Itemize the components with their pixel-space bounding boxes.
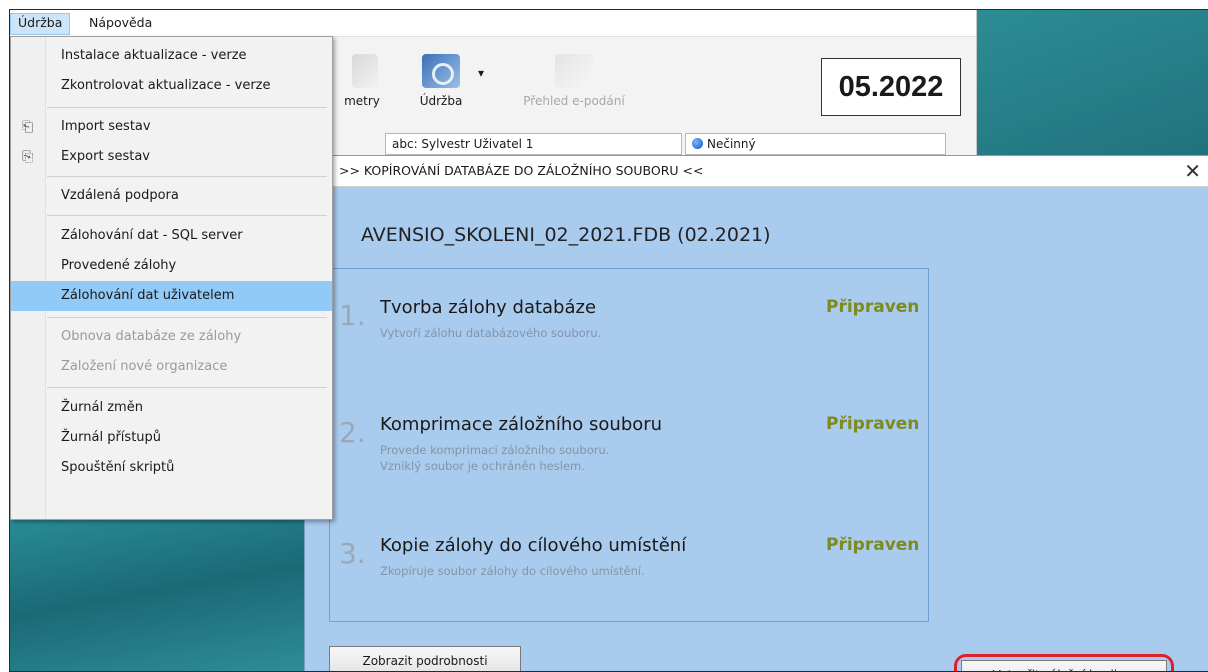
screen: Údržba Nápověda metry Údržba ▾ Přehled e… bbox=[9, 9, 1208, 672]
menu-item-new-organization: Založení nové organizace bbox=[11, 352, 332, 382]
step-description: Zkopíruje soubor zálohy do cílového umís… bbox=[380, 564, 645, 578]
menu-separator bbox=[47, 317, 327, 318]
prehled-epodani-label: Přehled e-podání bbox=[523, 94, 625, 108]
status-user: abc: Sylvestr Uživatel 1 bbox=[385, 133, 682, 155]
menu-separator bbox=[47, 107, 327, 108]
menu-item-export-reports[interactable]: ⎘ Export sestav bbox=[11, 142, 332, 172]
parameters-icon bbox=[352, 54, 378, 88]
menu-item-check-updates[interactable]: Zkontrolovat aktualizace - verze bbox=[11, 71, 332, 101]
menu-item-label: Provedené zálohy bbox=[61, 258, 177, 273]
menu-item-label: Zálohování dat uživatelem bbox=[61, 288, 235, 303]
status-state-label: Nečinný bbox=[707, 137, 756, 151]
status-state: Nečinný bbox=[685, 133, 946, 155]
menu-item-label: Žurnál přístupů bbox=[61, 430, 162, 445]
menu-udrzba[interactable]: Údržba bbox=[10, 13, 71, 35]
e-filing-icon bbox=[555, 54, 593, 88]
menu-item-change-journal[interactable]: Žurnál změn bbox=[11, 393, 332, 423]
menu-item-user-backup[interactable]: Zálohování dat uživatelem bbox=[11, 281, 332, 311]
step-status: Připraven bbox=[826, 535, 920, 555]
menu-bar: Údržba Nápověda bbox=[10, 10, 976, 37]
parametry-button[interactable]: metry bbox=[332, 54, 392, 108]
prehled-epodani-button: Přehled e-podání bbox=[504, 54, 644, 108]
create-backup-button[interactable]: Vytvořit záložní kopii -> bbox=[961, 660, 1167, 671]
close-icon[interactable]: ✕ bbox=[1184, 156, 1201, 186]
menu-item-label: Vzdálená podpora bbox=[61, 188, 179, 203]
step-description: Vytvoří zálohu databázového souboru. bbox=[380, 326, 602, 340]
step-description-line2: Vzniklý soubor je ochráněn heslem. bbox=[380, 459, 585, 473]
udrzba-ribbon-label: Údržba bbox=[419, 94, 463, 108]
menu-item-restore-database: Obnova databáze ze zálohy bbox=[11, 322, 332, 352]
menu-item-label: Import sestav bbox=[61, 119, 151, 134]
menu-item-sql-backup[interactable]: Zálohování dat - SQL server bbox=[11, 221, 332, 251]
step-status: Připraven bbox=[826, 297, 920, 317]
status-dot-icon bbox=[692, 138, 703, 149]
parametry-label: metry bbox=[344, 94, 380, 108]
database-name: AVENSIO_SKOLENI_02_2021.FDB (02.2021) bbox=[361, 224, 771, 246]
export-icon: ⎘ bbox=[22, 149, 34, 165]
step-number: 2. bbox=[339, 416, 366, 449]
menu-item-run-scripts[interactable]: Spouštění skriptů bbox=[11, 453, 332, 483]
menu-item-label: Spouštění skriptů bbox=[61, 460, 175, 475]
menu-item-label: Zkontrolovat aktualizace - verze bbox=[61, 78, 271, 93]
menu-item-label: Obnova databáze ze zálohy bbox=[61, 329, 242, 344]
udrzba-dropdown-menu: Instalace aktualizace - verze Zkontrolov… bbox=[10, 36, 333, 520]
show-details-button[interactable]: Zobrazit podrobnosti bbox=[329, 646, 521, 671]
dialog-title: >> KOPÍROVÁNÍ DATABÁZE DO ZÁLOŽNÍHO SOUB… bbox=[339, 163, 704, 178]
period-display: 05.2022 bbox=[821, 58, 961, 116]
menu-item-performed-backups[interactable]: Provedené zálohy bbox=[11, 251, 332, 281]
menu-item-label: Instalace aktualizace - verze bbox=[61, 48, 247, 63]
menu-item-install-update[interactable]: Instalace aktualizace - verze bbox=[11, 41, 332, 71]
menu-item-import-reports[interactable]: ⎗ Import sestav bbox=[11, 112, 332, 142]
maintenance-icon bbox=[422, 54, 460, 88]
step-number: 1. bbox=[339, 299, 366, 332]
menu-item-access-journal[interactable]: Žurnál přístupů bbox=[11, 423, 332, 453]
menu-item-label: Žurnál změn bbox=[61, 400, 143, 415]
backup-dialog: >> KOPÍROVÁNÍ DATABÁZE DO ZÁLOŽNÍHO SOUB… bbox=[304, 155, 1208, 671]
menu-item-label: Export sestav bbox=[61, 149, 150, 164]
menu-separator bbox=[47, 387, 327, 388]
status-bar: abc: Sylvestr Uživatel 1 Nečinný bbox=[385, 133, 946, 155]
step-status: Připraven bbox=[826, 414, 920, 434]
menu-napoveda[interactable]: Nápověda bbox=[82, 13, 159, 33]
step-title: Kopie zálohy do cílového umístění bbox=[380, 535, 687, 556]
steps-panel: 1. Tvorba zálohy databáze Vytvoří zálohu… bbox=[329, 268, 929, 622]
step-title: Komprimace záložního souboru bbox=[380, 414, 663, 435]
chevron-down-icon[interactable]: ▾ bbox=[478, 66, 484, 80]
step-title: Tvorba zálohy databáze bbox=[380, 297, 597, 318]
step-number: 3. bbox=[339, 537, 366, 570]
menu-item-label: Zálohování dat - SQL server bbox=[61, 228, 243, 243]
dialog-title-bar: >> KOPÍROVÁNÍ DATABÁZE DO ZÁLOŽNÍHO SOUB… bbox=[305, 156, 1208, 187]
desktop-background-lower bbox=[10, 510, 310, 671]
menu-item-remote-support[interactable]: Vzdálená podpora bbox=[11, 181, 332, 211]
import-icon: ⎗ bbox=[22, 119, 34, 135]
menu-separator bbox=[47, 215, 327, 216]
udrzba-ribbon-button[interactable]: Údržba bbox=[408, 54, 474, 108]
menu-item-label: Založení nové organizace bbox=[61, 359, 228, 374]
step-description: Provede komprimaci záložního souboru. bbox=[380, 443, 610, 457]
menu-separator bbox=[47, 176, 327, 177]
